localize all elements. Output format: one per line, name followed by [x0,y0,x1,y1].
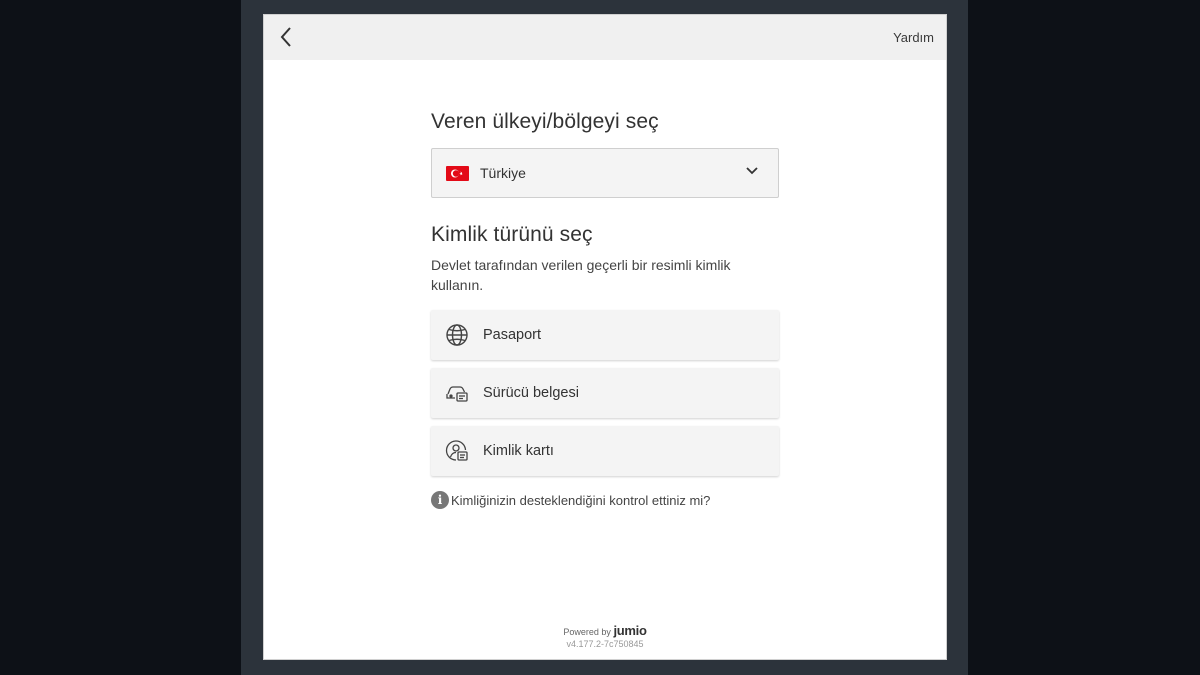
info-icon: i [431,491,449,509]
person-card-icon [445,439,469,463]
option-drivers-license[interactable]: Sürücü belgesi [431,368,779,418]
id-type-title: Kimlik türünü seç [431,223,593,246]
option-id-card[interactable]: Kimlik kartı [431,426,779,476]
jumio-logo: jumio [613,623,647,638]
footer: Powered by jumio v4.177.2-7c750845 [264,623,946,649]
globe-icon [445,323,469,347]
powered-by: Powered by jumio [264,623,946,638]
chevron-down-icon [746,167,758,175]
option-label: Kimlik kartı [483,443,554,459]
powered-by-label: Powered by [563,627,611,637]
help-link[interactable]: Yardım [893,30,934,45]
id-type-description: Devlet tarafından verilen geçerli bir re… [431,257,731,293]
main-content: Veren ülkeyi/bölgeyi seç Türkiye Kimlik … [431,110,779,509]
version-label: v4.177.2-7c750845 [566,639,644,649]
support-check-link[interactable]: i Kimliğinizin desteklendiğini kontrol e… [431,491,779,509]
back-button[interactable] [272,23,300,51]
verification-window: Yardım Veren ülkeyi/bölgeyi seç Türkiye … [263,14,947,660]
option-label: Sürücü belgesi [483,385,579,401]
car-card-icon [445,381,469,405]
country-title: Veren ülkeyi/bölgeyi seç [431,110,659,133]
option-label: Pasaport [483,327,542,343]
support-check-text: Kimliğinizin desteklendiğini kontrol ett… [451,492,711,508]
chevron-left-icon [280,27,291,47]
country-select[interactable]: Türkiye [431,148,779,198]
top-bar: Yardım [264,15,946,60]
option-passport[interactable]: Pasaport [431,310,779,360]
turkey-flag-icon [446,165,469,181]
selected-country: Türkiye [480,165,526,181]
